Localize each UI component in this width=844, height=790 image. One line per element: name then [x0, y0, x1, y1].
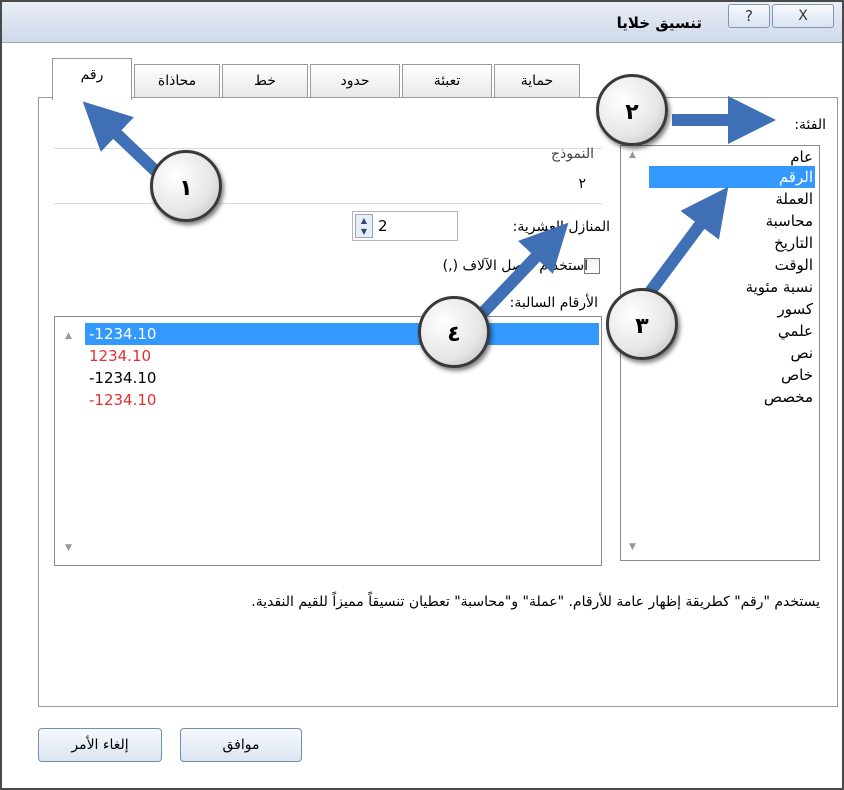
arrow-3 [645, 186, 729, 296]
callout-4: ٤ [418, 296, 490, 368]
callout-3: ٣ [606, 288, 678, 360]
arrow-4 [471, 222, 569, 325]
annotation-arrows [82, 96, 776, 325]
callout-1: ١ [150, 150, 222, 222]
callout-2: ٢ [596, 74, 668, 146]
